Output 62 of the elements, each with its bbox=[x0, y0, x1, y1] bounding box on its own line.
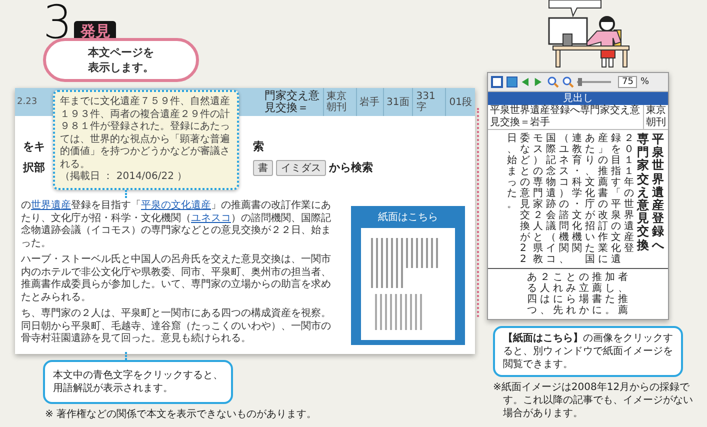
term-link[interactable]: 平泉の文化遺産 bbox=[141, 200, 211, 211]
header-cell: 東京朝刊 bbox=[322, 88, 356, 116]
search-label: をキ bbox=[23, 138, 45, 154]
header-cell: 331字 bbox=[412, 88, 446, 116]
newspaper-column: 推薦書に bbox=[592, 272, 602, 316]
newspaper-column: これに先 bbox=[553, 272, 563, 316]
newspaper-column: モス）の専門家２人と県教 bbox=[533, 133, 543, 265]
newspaper-headline: 平泉世界遺産登録へ bbox=[652, 133, 664, 252]
term-link[interactable]: ユネスコ bbox=[191, 212, 231, 224]
step-number: 3 bbox=[43, 0, 72, 44]
list-title: 平泉世界遺産登録へ専門家交え意見交換＝岩手 bbox=[489, 105, 641, 129]
article-paragraph: ハーブ・ストーベル氏と中国人の呂舟氏を交えた意見交換は、一関市内のホテルで非公文化庁や県教委、同市、平泉町、奥州市の担当者、推薦書作成委員らが参加した。いて、専門家の立場からの助言を求めたとみられる。 bbox=[21, 254, 332, 304]
footnote: ※ 著作権などの関係で本文を表示できないものがあります。 bbox=[45, 408, 318, 420]
newspaper-column: とみられ bbox=[566, 272, 576, 316]
page-icon[interactable] bbox=[491, 76, 503, 88]
zoom-out-icon[interactable] bbox=[547, 76, 559, 88]
forward-arrow-icon[interactable] bbox=[534, 76, 544, 88]
back-arrow-icon[interactable] bbox=[521, 76, 531, 88]
search-label: から検索 bbox=[329, 160, 373, 175]
search-label: 択部 bbox=[23, 160, 45, 175]
dictionary-button[interactable]: イミダス bbox=[276, 160, 326, 176]
list-header: 見出し bbox=[488, 92, 668, 105]
newspaper-column: 加した。 bbox=[605, 272, 615, 316]
article-paragraph: ち、専門家の２人は、平泉町と一関市にある四つの構成資産を視察。同日朝から平泉町、毛越寺、達谷窟（たっこくのいわや）、一関市の骨寺村荘園遺跡を見て回った。意見も続けられる。 bbox=[21, 308, 332, 346]
newspaper-column: 日、始まった。 bbox=[507, 133, 517, 210]
newspaper-column: 録を目指す「平泉の文化遺 bbox=[611, 133, 621, 265]
newspaper-column: 連教育・科学・文化機関 bbox=[572, 133, 582, 254]
paper-panel-title: 紙面はこちら bbox=[378, 211, 438, 224]
newspaper-column: ２０１１年の世界遺産登 bbox=[624, 133, 634, 254]
newspaper-column: あたり、文化庁が招いた国 bbox=[585, 133, 595, 265]
step-description: 本文ページを bbox=[88, 45, 154, 60]
article-title: 門家交え意見交換＝ bbox=[264, 88, 321, 116]
footnote: ※紙面イメージは2008年12月からの採録です。これ以降の記事でも、イメージがない場合があります。 bbox=[493, 381, 693, 420]
newspaper-column: （ユネスコ）の諮問機関、 bbox=[559, 133, 569, 265]
newspaper-column: 国際記念物遺跡会議（イコ bbox=[546, 133, 556, 265]
zoom-unit: % bbox=[640, 77, 650, 87]
newspaper-column: ある四つ bbox=[527, 272, 537, 316]
list-edition: 東京朝刊 bbox=[643, 105, 668, 129]
header-cell: 01段 bbox=[445, 88, 475, 116]
newspaper-column: の立場か bbox=[579, 272, 589, 316]
header-cell: 岩手 bbox=[356, 88, 383, 116]
tooltip-text: 年までに文化遺産７５９件、自然遺産１９３件、両者の複合遺産２９件の計９８１件が登録された。登録にあたっては、世界的な視点から「顕著な普遍的価値」を持つかどうかなどが審議される。 bbox=[60, 96, 231, 170]
tooltip-date: （掲載日 ： 2014/06/22 ） bbox=[60, 171, 188, 184]
zoom-in-icon[interactable] bbox=[562, 76, 574, 88]
callout-text: 【紙面はこちら】の画像をクリックすると、別ウィンドウで紙面イメージを閲覧できます。 bbox=[503, 332, 673, 371]
article-paragraph: の世界遺産登録を目指す「平泉の文化遺産」の推薦書の改訂作業にあたり、文化庁が招・科学・文化機関（ユネスコ）の諮問機関、国際記念物遺跡会議（イコモス）の専門家などとの意見交換が２２日、始まった。 bbox=[21, 200, 332, 250]
newspaper-thumbnail[interactable] bbox=[361, 228, 455, 340]
newspaper-column: 委などとの意見交換が22 bbox=[520, 133, 530, 265]
slider-thumb[interactable] bbox=[578, 78, 582, 86]
newspaper-headline: 専門家交え意見交換 bbox=[637, 133, 649, 252]
page-icon[interactable] bbox=[506, 76, 518, 88]
zoom-field[interactable]: 75 bbox=[618, 76, 638, 88]
step-description: 表示します。 bbox=[88, 60, 154, 75]
term-link[interactable]: 世界遺産 bbox=[31, 200, 71, 211]
newspaper-column: 産」の推薦書の改訂作業に bbox=[598, 133, 608, 265]
dictionary-button[interactable]: 書 bbox=[253, 160, 273, 176]
newspaper-column: ２人は、 bbox=[540, 272, 550, 316]
article-date: 2.23 bbox=[16, 96, 38, 109]
callout-text: 本文中の青色文字をクリックすると、用語解説が表示されます。 bbox=[53, 368, 223, 394]
search-label: 索 bbox=[253, 138, 264, 154]
header-cell: 31面 bbox=[382, 88, 412, 116]
newspaper-column: 者、推薦 bbox=[618, 272, 628, 316]
